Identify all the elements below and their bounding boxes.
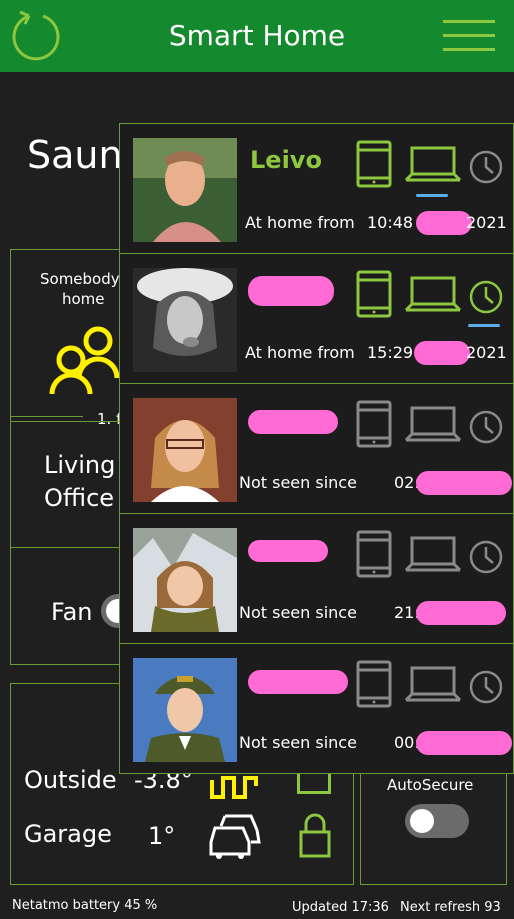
- redacted-date: [416, 731, 512, 755]
- clock-icon[interactable]: [468, 539, 504, 575]
- app-title: Smart Home: [168, 19, 346, 52]
- heating-icon: [210, 776, 258, 799]
- autosecure-toggle[interactable]: [405, 804, 469, 838]
- redacted-name: [248, 670, 348, 694]
- presence-status: Not seen since: [239, 473, 357, 492]
- outside-label: Outside: [24, 766, 117, 794]
- redacted-date: [416, 601, 506, 625]
- person-row[interactable]: Leivo At home from 10:48 2021: [120, 124, 513, 254]
- redacted-date: [416, 211, 472, 235]
- presence-panel: Somebody home 1. f Living Office Fan: [10, 249, 141, 665]
- person-photo: [133, 528, 237, 632]
- cars-icon: [209, 814, 261, 859]
- presence-label-line1: Somebody: [40, 270, 120, 288]
- presence-label-line2: home: [62, 290, 105, 308]
- phone-icon[interactable]: [356, 270, 392, 318]
- presence-status: Not seen since: [239, 733, 357, 752]
- clock-icon[interactable]: [468, 669, 504, 705]
- header-bar: Smart Home: [0, 0, 514, 72]
- battery-status: Netatmo battery 45 %: [12, 898, 158, 913]
- clock-icon[interactable]: [468, 279, 504, 315]
- redacted-name: [248, 540, 328, 562]
- garage-value: 1°: [148, 822, 176, 850]
- room-item-office[interactable]: Office: [44, 484, 114, 512]
- redacted-date: [414, 341, 470, 365]
- person-row[interactable]: Not seen since 02:23: [120, 384, 513, 514]
- person-photo: [133, 268, 237, 372]
- phone-icon[interactable]: [356, 140, 392, 188]
- presence-year: 2021: [466, 213, 507, 232]
- person-photo: [133, 138, 237, 242]
- users-icon: [49, 326, 119, 395]
- laptop-icon[interactable]: [404, 534, 462, 576]
- phone-icon[interactable]: [356, 530, 392, 578]
- presence-status: Not seen since: [239, 603, 357, 622]
- garage-label: Garage: [24, 820, 112, 848]
- laptop-icon[interactable]: [404, 144, 462, 186]
- autosecure-label: AutoSecure: [387, 776, 474, 794]
- room-item-living[interactable]: Living: [44, 451, 115, 479]
- presence-time: 10:48: [367, 213, 414, 232]
- divider: [11, 547, 131, 548]
- floor-label: 1. f: [97, 410, 122, 428]
- laptop-icon[interactable]: [404, 274, 462, 316]
- redacted-date: [416, 471, 512, 495]
- active-device-indicator: [468, 324, 500, 327]
- person-photo: [133, 658, 237, 762]
- autosecure-panel: AutoSecure: [360, 770, 507, 885]
- clock-icon[interactable]: [468, 409, 504, 445]
- lock-icon[interactable]: [298, 812, 332, 858]
- clock-icon[interactable]: [468, 149, 504, 185]
- presence-time: 15:29: [367, 343, 414, 362]
- active-device-indicator: [416, 194, 448, 197]
- presence-year: 2021: [466, 343, 507, 362]
- phone-icon[interactable]: [356, 660, 392, 708]
- divider: [11, 416, 83, 417]
- people-popup: Leivo At home from 10:48 2021 At home fr…: [119, 123, 514, 774]
- laptop-icon[interactable]: [404, 404, 462, 446]
- presence-status: At home from: [245, 213, 355, 232]
- updated-status: Updated 17:36: [292, 900, 389, 915]
- next-refresh-status: Next refresh 93: [400, 900, 501, 915]
- laptop-icon[interactable]: [404, 664, 462, 706]
- garage-door-indicator: [297, 774, 331, 794]
- hamburger-menu-icon[interactable]: [440, 17, 498, 55]
- divider: [11, 421, 131, 422]
- presence-status: At home from: [245, 343, 355, 362]
- person-row[interactable]: Not seen since 00:23: [120, 644, 513, 774]
- phone-icon[interactable]: [356, 400, 392, 448]
- person-row[interactable]: At home from 15:29 2021: [120, 254, 513, 384]
- person-name: Leivo: [250, 146, 322, 174]
- fan-label: Fan: [51, 598, 93, 626]
- person-row[interactable]: Not seen since 21:55: [120, 514, 513, 644]
- redacted-name: [248, 410, 338, 434]
- redacted-name: [248, 276, 334, 306]
- person-photo: [133, 398, 237, 502]
